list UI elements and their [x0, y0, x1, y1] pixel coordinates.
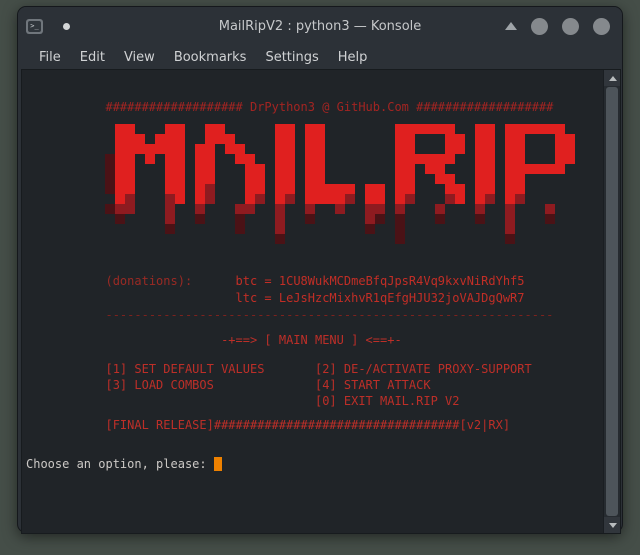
- menu-row-2: [3] LOAD COMBOS [4] START ATTACK: [26, 378, 431, 392]
- menu-edit[interactable]: Edit: [77, 48, 108, 67]
- menu-settings[interactable]: Settings: [262, 48, 321, 67]
- minimize-button[interactable]: [531, 17, 548, 35]
- ltc-address: ltc = LeJsHzcMixhvR1qEfgHJU32joVAJDgQwR7: [26, 291, 525, 305]
- konsole-window: >_ MailRipV2 : python3 — Konsole File Ed…: [17, 6, 623, 534]
- menu-row-1: [1] SET DEFAULT VALUES [2] DE-/ACTIVATE …: [26, 362, 532, 376]
- ascii-art-banner: [105, 124, 575, 244]
- scroll-up-button[interactable]: [604, 70, 620, 86]
- arrow-up-icon: [608, 75, 617, 81]
- scrollbar[interactable]: [603, 70, 620, 533]
- separator-line: ----------------------------------------…: [26, 308, 554, 322]
- titlebar[interactable]: >_ MailRipV2 : python3 — Konsole: [18, 7, 622, 45]
- maximize-button[interactable]: [562, 17, 579, 35]
- scroll-down-button[interactable]: [604, 517, 620, 533]
- terminal-glyph-icon: >_: [28, 20, 41, 32]
- main-menu-title: -+==> [ MAIN MENU ] <==+-: [26, 333, 402, 347]
- btc-address: btc = 1CU8WukMCDmeBfqJpsR4Vq9kxvNiRdYhf5: [192, 274, 525, 288]
- donations-label: (donations):: [26, 274, 193, 288]
- terminal-cursor[interactable]: [213, 457, 222, 471]
- menu-file[interactable]: File: [36, 48, 64, 67]
- final-release-line: [FINAL RELEASE]#########################…: [26, 418, 511, 432]
- prompt-line[interactable]: Choose an option, please:: [26, 457, 222, 471]
- menu-view[interactable]: View: [121, 48, 158, 67]
- session-dot-icon: [63, 22, 70, 30]
- keep-above-icon[interactable]: [505, 22, 517, 30]
- konsole-app-icon[interactable]: >_: [26, 18, 43, 34]
- banner-hash-header: ################### DrPython3 @ GitHub.C…: [26, 100, 554, 114]
- menubar: File Edit View Bookmarks Settings Help: [18, 45, 622, 69]
- close-button[interactable]: [593, 17, 610, 35]
- donations-line: (donations): btc = 1CU8WukMCDmeBfqJpsR4V…: [26, 274, 525, 288]
- scrollbar-thumb[interactable]: [606, 87, 618, 516]
- menu-help[interactable]: Help: [335, 48, 371, 67]
- arrow-down-icon: [608, 522, 617, 528]
- terminal-viewport[interactable]: ################### DrPython3 @ GitHub.C…: [21, 69, 621, 534]
- menu-bookmarks[interactable]: Bookmarks: [171, 48, 250, 67]
- menu-row-3: [0] EXIT MAIL.RIP V2: [26, 394, 460, 408]
- prompt-text: Choose an option, please:: [26, 457, 214, 471]
